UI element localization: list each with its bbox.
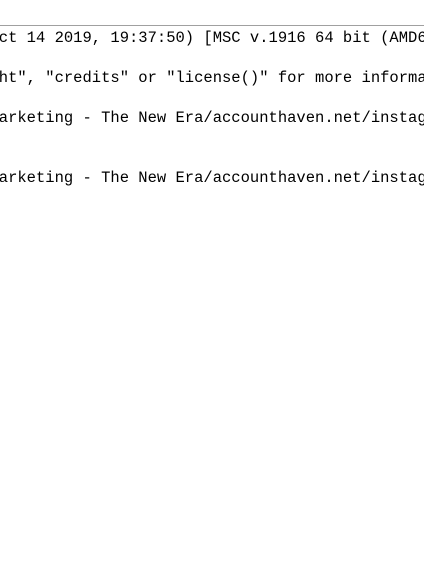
- console-line-help: Type "help", "copyright", "credits" or "…: [0, 69, 424, 87]
- console-line-restart: = RESTART: C:/Users/Marketing - The New …: [0, 169, 424, 187]
- console-line-version: (v3.7.5:5c02a39a0b, Oct 14 2019, 19:37:5…: [0, 29, 424, 47]
- window-top-border: [0, 25, 424, 26]
- shell-output-area[interactable]: (v3.7.5:5c02a39a0b, Oct 14 2019, 19:37:5…: [0, 0, 424, 571]
- console-line-restart: = RESTART: C:/Users/Marketing - The New …: [0, 109, 424, 127]
